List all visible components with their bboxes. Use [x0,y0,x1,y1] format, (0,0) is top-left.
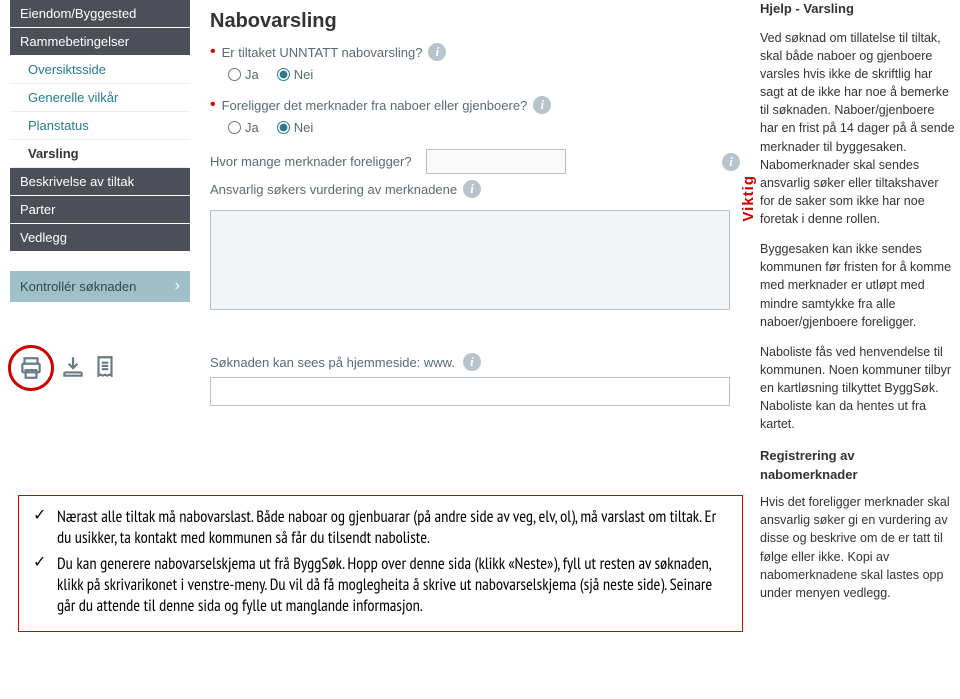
info-icon[interactable]: i [722,153,740,171]
info-icon[interactable]: i [533,96,551,114]
url-label: Søknaden kan sees på hjemmeside: www. [210,355,455,370]
download-icon[interactable] [60,354,86,380]
help-p2: Byggesaken kan ikke sendes kommunen før … [760,240,955,331]
info-icon[interactable]: i [463,353,481,371]
receipt-icon[interactable] [92,354,118,380]
q4-label: Ansvarlig søkers vurdering av merknadene [210,182,457,197]
q4-row: Ansvarlig søkers vurdering av merknadene… [210,180,740,198]
nav-kontroller[interactable]: Kontrollér søknaden [10,271,190,302]
printer-icon[interactable] [18,355,44,381]
note-1: ✓ Nærast alle tiltak må nabovarslast. Bå… [33,506,728,547]
q2-ja[interactable]: Ja [228,120,259,135]
help-p3: Naboliste fås ved henvendelse til kommun… [760,343,955,434]
help-panel: Hjelp - Varsling Ved søknad om tillatels… [760,0,955,614]
q3-row: Hvor mange merknader foreligger? i [210,149,740,174]
nav-rammebetingelser[interactable]: Rammebetingelser [10,28,190,55]
nav-generelle-vilkar[interactable]: Generelle vilkår [10,84,190,112]
q1-row: • Er tiltaket UNNTATT nabovarsling? i [210,43,740,61]
sidebar: Eiendom/Byggested Rammebetingelser Overs… [10,0,190,302]
q1-nei[interactable]: Nei [277,67,314,82]
nav-oversiktsside[interactable]: Oversiktsside [10,56,190,84]
q1-label: Er tiltaket UNNTATT nabovarsling? [222,45,423,60]
toolbar [8,345,118,391]
note-2: ✓ Du kan generere nabovarselskjema ut fr… [33,553,728,615]
q1-ja[interactable]: Ja [228,67,259,82]
nav-parter[interactable]: Parter [10,196,190,223]
q2-nei[interactable]: Nei [277,120,314,135]
main-form: Nabovarsling • Er tiltaket UNNTATT nabov… [210,10,740,406]
instruction-box: ✓ Nærast alle tiltak må nabovarslast. Bå… [18,495,743,632]
q2-label: Foreligger det merknader fra naboer elle… [222,98,528,113]
check-icon: ✓ [33,506,47,547]
help-p4: Hvis det foreligger merknader skal ansva… [760,493,955,602]
check-icon: ✓ [33,553,47,615]
page-title: Nabovarsling [210,10,740,33]
nav-beskrivelse[interactable]: Beskrivelse av tiltak [10,168,190,195]
q3-label: Hvor mange merknader foreligger? [210,154,412,169]
q2-row: • Foreligger det merknader fra naboer el… [210,96,740,114]
nav-eiendom[interactable]: Eiendom/Byggested [10,0,190,27]
help-title: Hjelp - Varsling [760,0,955,19]
required-dot: • [210,97,216,113]
info-icon[interactable]: i [428,43,446,61]
print-highlight-circle [8,345,54,391]
vurdering-textarea[interactable] [210,210,730,310]
merknader-count-input[interactable] [426,149,566,174]
help-p1: Ved søknad om tillatelse til tiltak, ska… [760,29,955,228]
required-dot: • [210,44,216,60]
url-row: Søknaden kan sees på hjemmeside: www. i [210,353,740,371]
q1-radios: Ja Nei [210,67,740,82]
q2-radios: Ja Nei [210,120,740,135]
viktig-label: Viktig [740,175,757,222]
info-icon[interactable]: i [463,180,481,198]
nav-varsling[interactable]: Varsling [10,140,190,168]
nav-vedlegg[interactable]: Vedlegg [10,224,190,251]
url-input[interactable] [210,377,730,406]
help-h2: Registrering av nabomerknader [760,447,955,485]
nav-planstatus[interactable]: Planstatus [10,112,190,140]
